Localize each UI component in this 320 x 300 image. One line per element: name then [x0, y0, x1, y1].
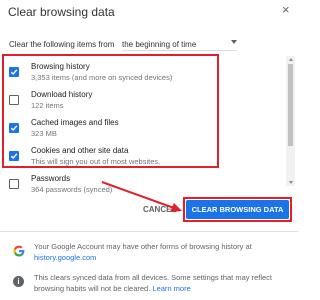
scroll-up-icon[interactable] — [289, 58, 293, 61]
item-label: Cookies and other site data — [31, 146, 129, 155]
cached-images-checkbox[interactable] — [9, 123, 19, 133]
close-icon[interactable]: × — [282, 3, 290, 16]
item-label: Cached images and files — [31, 118, 119, 127]
checkmark-icon — [10, 125, 18, 132]
list-item-download-history[interactable]: Download history 122 items — [0, 86, 286, 114]
list-item-browsing-history[interactable]: Browsing history 3,353 items (and more o… — [0, 58, 286, 86]
browsing-history-checkbox[interactable] — [9, 67, 19, 77]
item-description: This will sign you out of most websites. — [31, 157, 161, 166]
data-types-list: Browsing history 3,353 items (and more o… — [0, 56, 286, 196]
time-range-label: Clear the following items from — [9, 40, 115, 49]
dialog-title: Clear browsing data — [8, 5, 115, 19]
dropdown-underline — [122, 50, 237, 51]
cancel-button[interactable]: CANCEL — [143, 205, 176, 214]
checkmark-icon — [10, 69, 18, 76]
download-history-checkbox[interactable] — [9, 95, 19, 105]
checkmark-icon — [10, 153, 18, 160]
footer-sync-text-line2: browsing habits will not be cleared. — [34, 284, 151, 293]
list-item-cached-images[interactable]: Cached images and files 323 MB — [0, 114, 286, 142]
clear-browsing-data-dialog: Clear browsing data × Clear the followin… — [0, 0, 298, 300]
footer-sync-text-cont: browsing habits will not be cleared. Lea… — [34, 284, 191, 293]
scrollbar-thumb[interactable] — [288, 64, 293, 146]
item-label: Browsing history — [31, 62, 90, 71]
info-icon: i — [13, 276, 24, 287]
item-label: Passwords — [31, 174, 71, 183]
learn-more-link[interactable]: Learn more — [152, 284, 190, 293]
footer-sync-text: This clears synced data from all devices… — [34, 273, 273, 282]
google-g-icon — [13, 245, 25, 257]
cookies-checkbox[interactable] — [9, 151, 19, 161]
item-label: Download history — [31, 90, 93, 99]
chevron-down-icon — [231, 40, 237, 44]
item-description: 323 MB — [31, 129, 57, 138]
item-description: 122 items — [31, 101, 64, 110]
scroll-down-icon[interactable] — [289, 181, 293, 184]
footer-account-text: Your Google Account may have other forms… — [34, 242, 252, 251]
passwords-checkbox[interactable] — [9, 179, 19, 189]
item-description: 364 passwords (synced) — [31, 185, 113, 194]
item-description: 3,353 items (and more on synced devices) — [31, 73, 173, 82]
footer-divider — [0, 231, 298, 232]
history-link[interactable]: history.google.com — [34, 253, 96, 262]
list-item-passwords[interactable]: Passwords 364 passwords (synced) — [0, 170, 286, 196]
time-range-dropdown[interactable]: the beginning of time — [122, 37, 237, 51]
clear-browsing-data-button[interactable]: CLEAR BROWSING DATA — [186, 200, 289, 219]
list-item-cookies[interactable]: Cookies and other site data This will si… — [0, 142, 286, 170]
time-range-value: the beginning of time — [122, 40, 197, 49]
